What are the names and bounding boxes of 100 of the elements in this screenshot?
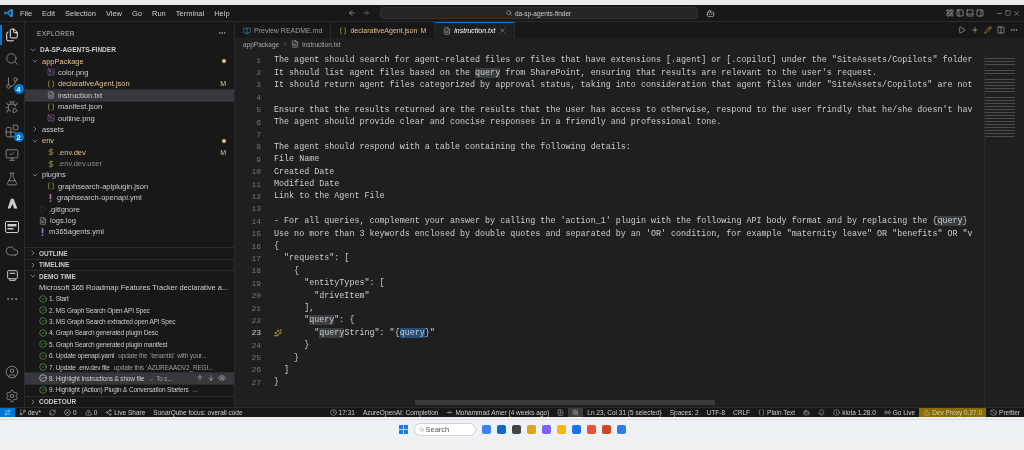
code-line: ] xyxy=(283,364,290,375)
more-icon[interactable] xyxy=(1010,26,1018,34)
panel-right-icon[interactable] xyxy=(976,9,984,17)
files-icon[interactable] xyxy=(5,28,19,42)
line-number: 7 xyxy=(255,130,261,140)
clock-icon xyxy=(329,409,337,416)
status-item[interactable] xyxy=(0,408,15,417)
run-icon[interactable] xyxy=(958,26,966,34)
line-number: 6 xyxy=(255,117,261,127)
code-line: The agent should respond with a table containing the following details: xyxy=(274,141,631,152)
plus-icon[interactable] xyxy=(971,26,979,34)
line-number: 9 xyxy=(255,154,261,164)
robot-icon xyxy=(803,409,811,416)
code-line: { xyxy=(274,241,280,252)
app-icon[interactable] xyxy=(511,424,521,434)
diamond-icon xyxy=(39,205,46,213)
image-file-icon xyxy=(47,68,55,77)
warning-icon xyxy=(923,409,931,416)
arrow-up-icon[interactable] xyxy=(196,374,204,383)
exclamation-icon xyxy=(39,227,46,236)
windows-logo-icon[interactable] xyxy=(398,424,408,434)
code-line: The agent should search for agent-related files or files that have extensions [.agent] or [.copilot] under the "SiteAssets/Copilots" folder xyxy=(274,55,973,66)
badge-logo-icon[interactable] xyxy=(5,221,19,233)
text-file-icon xyxy=(443,26,452,35)
line-number: 5 xyxy=(255,105,261,115)
sparkle-icon[interactable] xyxy=(274,328,282,337)
preview-icon xyxy=(243,26,251,35)
braces-icon xyxy=(339,26,348,35)
line-number: 13 xyxy=(250,204,261,214)
app-icon[interactable] xyxy=(616,424,626,434)
modified-dot xyxy=(222,138,226,143)
chevron-right-icon xyxy=(29,397,37,406)
text-file-icon xyxy=(39,216,47,225)
code-line: It should list agent files based on the query from SharePoint, ensuring that results are relevant to the user's request. xyxy=(274,67,878,78)
line-number: 25 xyxy=(250,353,261,363)
close-icon[interactable] xyxy=(498,27,506,34)
search-icon[interactable] xyxy=(5,52,19,66)
line-number: 8 xyxy=(255,142,261,152)
line-number: 11 xyxy=(250,179,261,189)
line-number: 1 xyxy=(255,55,261,65)
info-icon xyxy=(833,409,841,416)
code-line: "driveItem" xyxy=(313,290,370,301)
chevron-down-icon xyxy=(31,171,39,179)
layout-icon[interactable] xyxy=(946,9,954,17)
app-icon[interactable] xyxy=(601,424,611,434)
run-debug-icon[interactable] xyxy=(5,100,19,114)
robot-icon[interactable] xyxy=(705,8,715,18)
flask-icon[interactable] xyxy=(5,172,19,186)
status-item[interactable] xyxy=(568,408,584,417)
line-number: 26 xyxy=(250,365,261,375)
split-editor-icon[interactable] xyxy=(997,26,1005,34)
line-number: 16 xyxy=(250,241,261,251)
app-icon[interactable] xyxy=(571,424,581,434)
line-number: 23 xyxy=(250,328,261,338)
code-line: It should return agent files categorized by approval status, taking into consideration that agent files under "SiteAssets/Copilots" are not xyxy=(274,79,973,90)
window-logo-icon[interactable] xyxy=(5,268,19,282)
app-icon[interactable] xyxy=(496,424,506,434)
more-icon[interactable] xyxy=(218,29,226,37)
code-line: ], xyxy=(303,303,315,313)
panel-left-icon[interactable] xyxy=(956,9,964,17)
line-number: 22 xyxy=(250,315,261,325)
code-line: } xyxy=(303,340,310,351)
panel-bottom-icon[interactable] xyxy=(966,9,974,17)
code-line: Ensure that the results returned are the results that the user has access to otherwise, respond to the user frindly that he/she doesn't hav xyxy=(274,104,973,115)
monitor-icon[interactable] xyxy=(5,148,19,162)
arrow-down-icon[interactable] xyxy=(207,374,215,383)
code-line: "entityTypes": [ xyxy=(303,278,385,289)
extensions-icon[interactable] xyxy=(5,124,19,138)
search-icon xyxy=(505,10,512,16)
account-icon[interactable] xyxy=(5,365,19,379)
pencil-icon[interactable] xyxy=(984,26,992,34)
line-number: 18 xyxy=(250,266,261,276)
code-line: "queryString": "{query}" xyxy=(313,327,435,338)
chevron-right-icon xyxy=(31,125,39,134)
triangle-logo-icon[interactable] xyxy=(5,196,19,210)
line-number: 10 xyxy=(250,167,261,177)
code-line: { xyxy=(293,265,300,276)
file-diff-icon xyxy=(557,409,565,416)
code-line: Created Date xyxy=(274,166,335,177)
close-icon[interactable] xyxy=(1013,9,1020,17)
dollar-icon xyxy=(47,148,55,157)
maximize-icon[interactable] xyxy=(1005,10,1011,16)
eye-icon[interactable] xyxy=(218,374,226,383)
back-arrow-icon[interactable] xyxy=(347,9,356,17)
app-icon[interactable] xyxy=(541,424,551,434)
remote-icon xyxy=(4,409,11,416)
line-number: 27 xyxy=(250,377,261,387)
broadcast-icon xyxy=(883,409,891,416)
code-line: } xyxy=(274,377,280,388)
branch-icon[interactable] xyxy=(5,76,19,90)
code-line: File Name xyxy=(274,154,320,165)
settings-icon[interactable] xyxy=(5,389,19,403)
line-number: 21 xyxy=(250,303,261,313)
exclamation-icon xyxy=(47,193,54,202)
cloud-icon[interactable] xyxy=(5,244,19,258)
scrollbar[interactable] xyxy=(415,400,715,405)
line-number: 3 xyxy=(255,80,261,90)
code-line: Use no more than 3 keywords enclosed by double quotes and separated by an 'OR' condition, for example "maternity leave" OR "benefits" OR "v xyxy=(274,228,973,239)
forward-arrow-icon[interactable] xyxy=(361,9,370,17)
ban-icon xyxy=(990,409,998,416)
